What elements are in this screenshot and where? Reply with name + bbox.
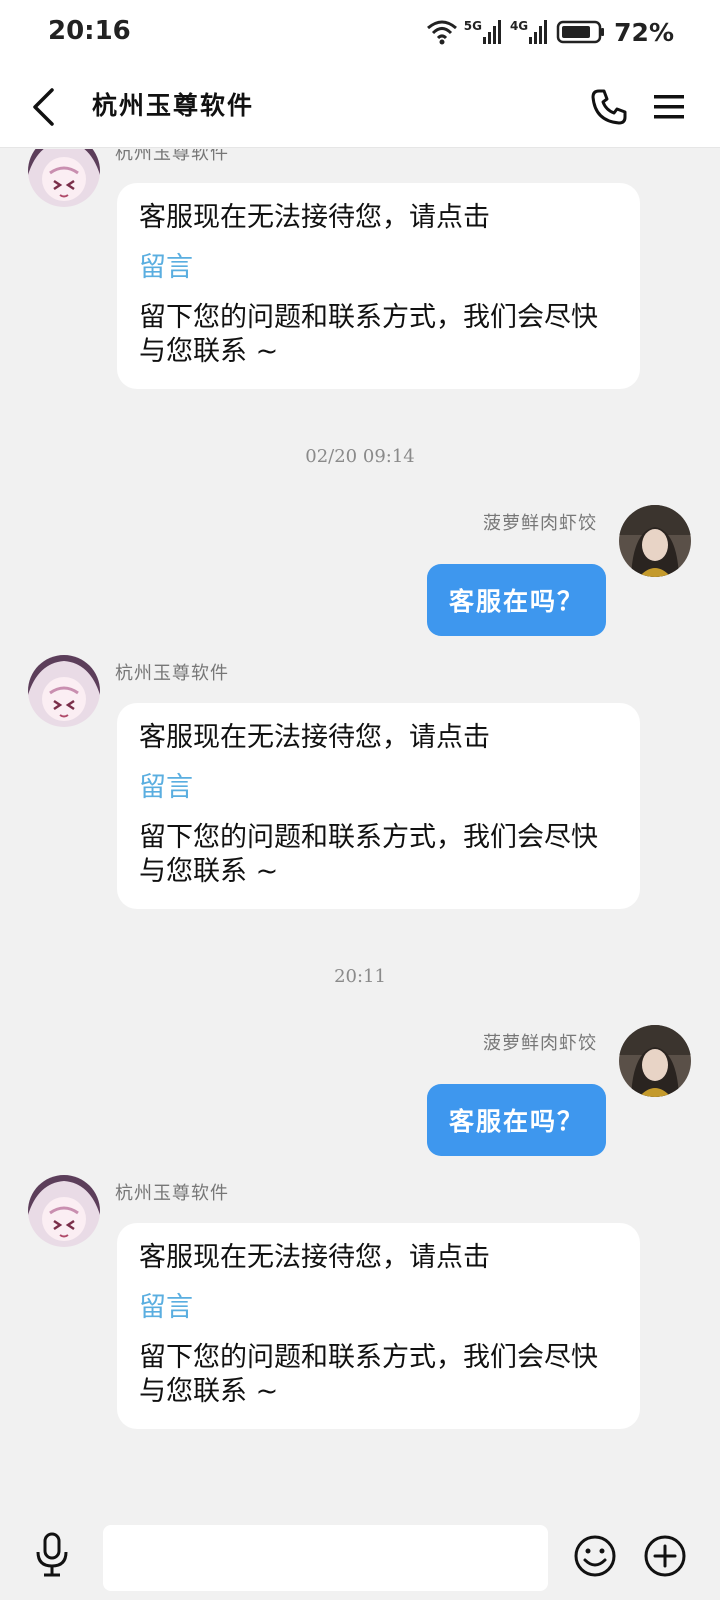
message-line: 与您联系 ~: [139, 336, 279, 367]
leave-message-link[interactable]: 留言: [139, 1291, 618, 1325]
status-bar: 20:16 5G 4G 72%: [0, 0, 720, 66]
message-line: 与您联系 ~: [139, 856, 279, 887]
signal-4g-icon: 4G: [510, 19, 550, 45]
agent-name: 杭州玉尊软件: [115, 149, 229, 164]
agent-name: 杭州玉尊软件: [115, 663, 229, 684]
input-bar: [0, 1519, 720, 1600]
message-line: 留下您的问题和联系方式，我们会尽快: [139, 822, 598, 853]
message-line: 与您联系 ~: [139, 1376, 279, 1407]
network-4g-label: 4G: [509, 19, 529, 33]
menu-button[interactable]: [644, 82, 694, 132]
microphone-icon: [36, 1532, 68, 1577]
message-line: 留下您的问题和联系方式，我们会尽快: [139, 1342, 598, 1373]
agent-message-bubble[interactable]: 客服现在无法接待您，请点击 留言 留下您的问题和联系方式，我们会尽快 与您联系 …: [117, 183, 640, 389]
leave-message-link[interactable]: 留言: [139, 251, 618, 285]
agent-avatar[interactable]: [28, 1175, 100, 1247]
wifi-icon: [426, 18, 458, 46]
user-name: 菠萝鲜肉虾饺: [483, 1033, 597, 1054]
back-arrow-icon: [33, 88, 54, 126]
agent-message-bubble[interactable]: 客服现在无法接待您，请点击 留言 留下您的问题和联系方式，我们会尽快 与您联系 …: [117, 1223, 640, 1429]
plus-icon: [644, 1535, 686, 1577]
emoji-button[interactable]: [570, 1531, 620, 1581]
chat-messages[interactable]: 杭州玉尊软件 客服现在无法接待您，请点击 留言 留下您的问题和联系方式，我们会尽…: [0, 149, 720, 1519]
signal-5g-icon: 5G: [464, 19, 504, 45]
menu-icon: [654, 95, 684, 119]
status-time: 20:16: [48, 16, 131, 46]
message-line: 客服现在无法接待您，请点击: [139, 722, 490, 753]
agent-avatar[interactable]: [28, 655, 100, 727]
leave-message-link[interactable]: 留言: [139, 771, 618, 805]
message-line: 客服现在无法接待您，请点击: [139, 202, 490, 233]
chat-title: 杭州玉尊软件: [92, 91, 255, 120]
agent-avatar[interactable]: [28, 149, 100, 207]
user-avatar[interactable]: [619, 505, 691, 577]
message-timestamp: 02/20 09:14: [305, 446, 415, 467]
message-line: 留下您的问题和联系方式，我们会尽快: [139, 302, 598, 333]
message-line: 客服现在无法接待您，请点击: [139, 1242, 490, 1273]
phone-icon: [591, 89, 627, 125]
back-button[interactable]: [18, 82, 68, 132]
voice-button[interactable]: [26, 1527, 78, 1583]
battery-icon: [556, 19, 606, 45]
call-button[interactable]: [584, 82, 634, 132]
status-indicators: 5G 4G 72%: [426, 14, 674, 50]
battery-percent: 72%: [614, 17, 674, 47]
agent-message-bubble[interactable]: 客服现在无法接待您，请点击 留言 留下您的问题和联系方式，我们会尽快 与您联系 …: [117, 703, 640, 909]
more-button[interactable]: [640, 1531, 690, 1581]
message-timestamp: 20:11: [334, 966, 386, 987]
user-avatar[interactable]: [619, 1025, 691, 1097]
agent-name: 杭州玉尊软件: [115, 1183, 229, 1204]
user-name: 菠萝鲜肉虾饺: [483, 513, 597, 534]
user-message-bubble[interactable]: 客服在吗？: [426, 564, 606, 636]
network-5g-label: 5G: [463, 19, 482, 33]
chat-header: 杭州玉尊软件: [0, 66, 720, 148]
user-message-bubble[interactable]: 客服在吗？: [426, 1084, 606, 1156]
message-input[interactable]: [103, 1525, 548, 1591]
emoji-icon: [574, 1535, 616, 1577]
